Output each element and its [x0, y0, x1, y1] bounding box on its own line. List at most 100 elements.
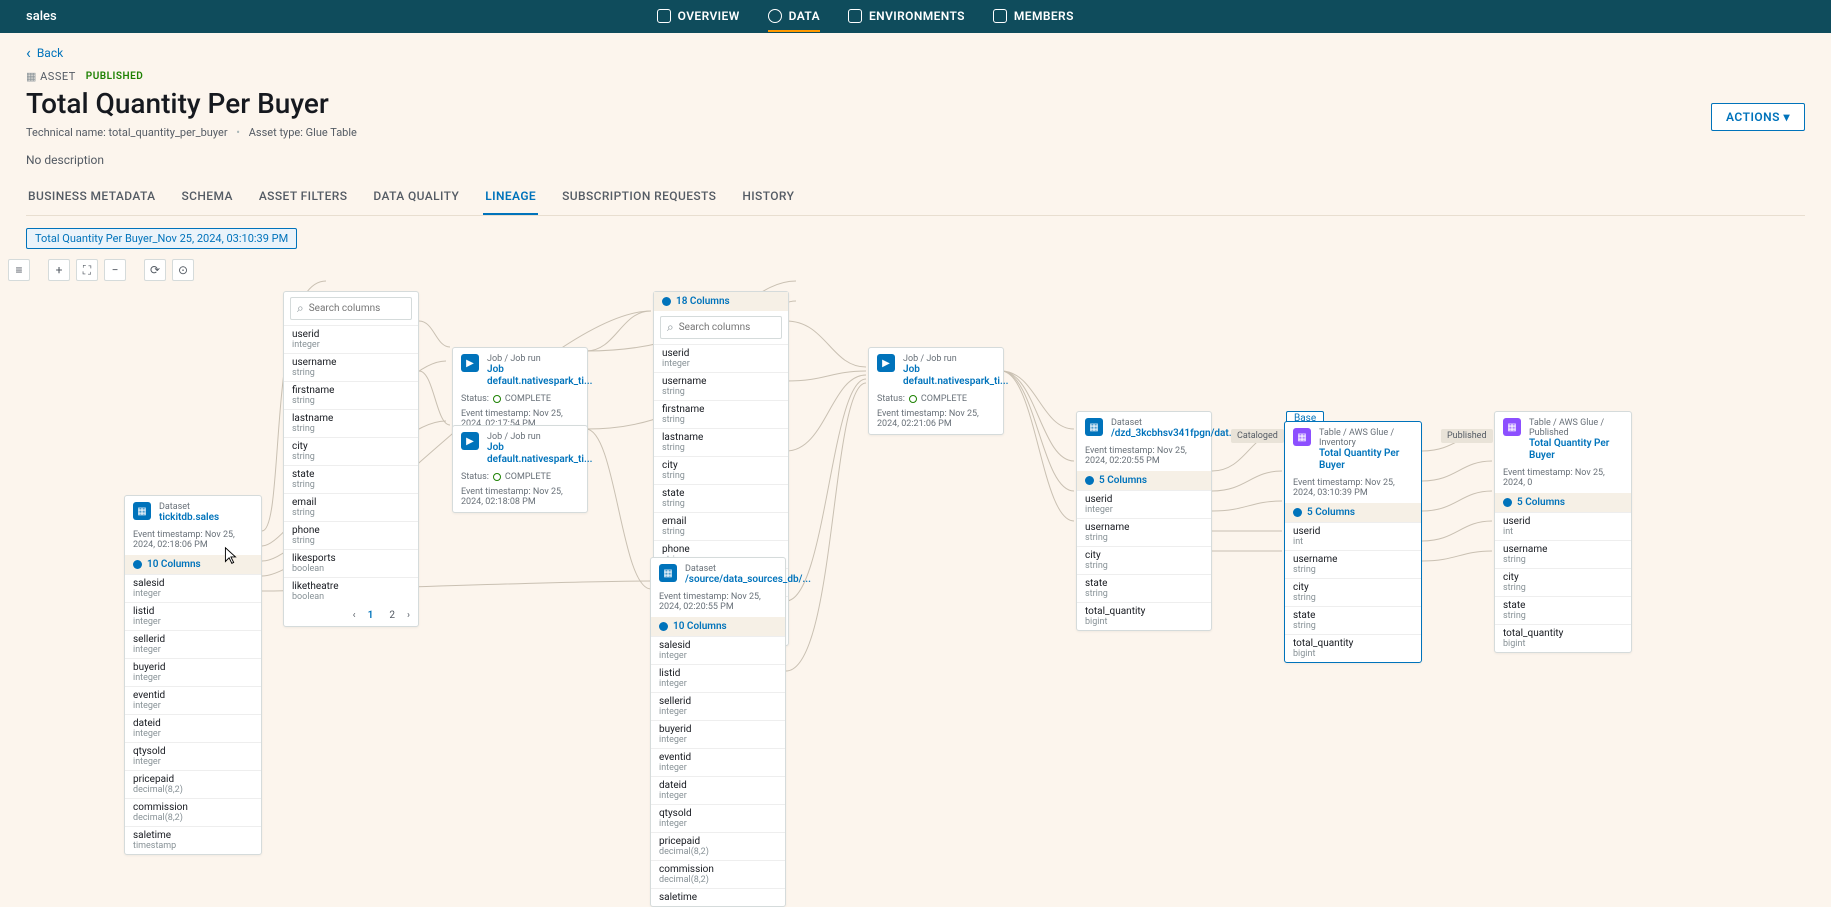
column-row[interactable]: useridinteger — [654, 344, 788, 372]
column-row[interactable]: usernamestring — [654, 372, 788, 400]
column-row[interactable]: salesidinteger — [651, 636, 785, 664]
node-name[interactable]: Job default.nativespark_ti... — [903, 364, 1009, 388]
column-row[interactable]: salesidinteger — [125, 574, 261, 602]
columns-toggle[interactable]: 5 Columns — [1495, 493, 1631, 512]
actions-button[interactable]: ACTIONS ▾ — [1711, 103, 1805, 131]
column-row[interactable]: dateidinteger — [125, 714, 261, 742]
column-row[interactable]: commissiondecimal(8,2) — [651, 860, 785, 888]
column-search-input[interactable] — [679, 322, 775, 333]
column-row[interactable]: emailstring — [284, 493, 418, 521]
tab-subscription-requests[interactable]: SUBSCRIPTION REQUESTS — [560, 189, 718, 215]
tab-asset-filters[interactable]: ASSET FILTERS — [257, 189, 350, 215]
column-row[interactable]: selleridinteger — [651, 692, 785, 720]
column-row[interactable]: qtysoldinteger — [125, 742, 261, 770]
column-row[interactable]: lastnamestring — [284, 409, 418, 437]
column-row[interactable]: statestring — [1495, 596, 1631, 624]
columns-toggle[interactable]: 5 Columns — [1285, 503, 1421, 522]
column-row[interactable]: pricepaiddecimal(8,2) — [651, 832, 785, 860]
columns-toggle[interactable]: 10 Columns — [125, 555, 261, 574]
tab-business-metadata[interactable]: BUSINESS METADATA — [26, 189, 157, 215]
column-row[interactable]: firstnamestring — [284, 381, 418, 409]
column-row[interactable]: statestring — [284, 465, 418, 493]
columns-toggle[interactable]: 10 Columns — [651, 617, 785, 636]
column-row[interactable]: emailstring — [654, 512, 788, 540]
node-name[interactable]: /source/data_sources_db/... — [685, 574, 811, 586]
column-row[interactable]: listidinteger — [651, 664, 785, 692]
column-row[interactable]: selleridinteger — [125, 630, 261, 658]
column-row[interactable]: citystring — [284, 437, 418, 465]
column-row[interactable]: dateidinteger — [651, 776, 785, 804]
column-row[interactable]: buyeridinteger — [125, 658, 261, 686]
column-row[interactable]: useridinteger — [284, 325, 418, 353]
nav-members[interactable]: MEMBERS — [993, 2, 1074, 32]
column-row[interactable]: useridint — [1495, 512, 1631, 540]
node-table-base[interactable]: ▦ Table / AWS Glue / Inventory Total Qua… — [1284, 421, 1422, 663]
node-dataset-source[interactable]: ▦ Dataset /source/data_sources_db/... Ev… — [650, 557, 786, 907]
columns-toggle[interactable]: 5 Columns — [1077, 471, 1211, 490]
node-name[interactable]: tickitdb.sales — [159, 512, 219, 524]
column-row[interactable]: useridint — [1285, 522, 1421, 550]
node-job-run-2[interactable]: ▶ Job / Job run Job default.nativespark_… — [452, 425, 588, 513]
tab-history[interactable]: HISTORY — [740, 189, 796, 215]
column-row[interactable]: total_quantitybigint — [1077, 602, 1211, 630]
pager-next[interactable]: › — [407, 610, 410, 621]
column-row[interactable]: usernamestring — [1077, 518, 1211, 546]
column-row[interactable]: usernamestring — [1285, 550, 1421, 578]
column-row[interactable]: saletime — [651, 888, 785, 906]
column-row[interactable]: listidinteger — [125, 602, 261, 630]
tab-data-quality[interactable]: DATA QUALITY — [371, 189, 461, 215]
node-dataset-tickitdb-sales[interactable]: ▦ Dataset tickitdb.sales Event timestamp… — [124, 495, 262, 855]
pager-page-1[interactable]: 1 — [364, 609, 378, 622]
column-row[interactable]: eventidinteger — [651, 748, 785, 776]
node-name[interactable]: Total Quantity Per Buyer — [1319, 448, 1413, 472]
column-row[interactable]: saletimetimestamp — [125, 826, 261, 854]
column-row[interactable]: statestring — [654, 484, 788, 512]
column-row[interactable]: statestring — [1077, 574, 1211, 602]
node-name[interactable]: Job default.nativespark_ti... — [487, 442, 593, 466]
tab-schema[interactable]: SCHEMA — [179, 189, 234, 215]
column-row[interactable]: lastnamestring — [654, 428, 788, 456]
column-search-input[interactable] — [309, 303, 405, 314]
column-row[interactable]: liketheatreboolean — [284, 577, 418, 605]
node-dataset-dzd[interactable]: ▦ Dataset /dzd_3kcbhsv341fpgn/dat... Eve… — [1076, 411, 1212, 631]
node-users-columns[interactable]: useridintegerusernamestringfirstnamestri… — [283, 291, 419, 627]
column-row[interactable]: useridinteger — [1077, 490, 1211, 518]
column-search[interactable] — [660, 316, 782, 339]
node-name[interactable]: /dzd_3kcbhsv341fpgn/dat... — [1111, 428, 1237, 440]
nav-overview[interactable]: OVERVIEW — [657, 2, 740, 32]
column-row[interactable]: total_quantitybigint — [1495, 624, 1631, 652]
column-row[interactable]: usernamestring — [1495, 540, 1631, 568]
column-row[interactable]: phonestring — [284, 521, 418, 549]
node-job-run-1[interactable]: ▶ Job / Job run Job default.nativespark_… — [452, 347, 588, 435]
column-row[interactable]: citystring — [1077, 546, 1211, 574]
back-link[interactable]: Back — [26, 43, 1805, 62]
column-row[interactable]: buyeridinteger — [651, 720, 785, 748]
pager-prev[interactable]: ‹ — [353, 610, 356, 621]
node-name[interactable]: Job default.nativespark_ti... — [487, 364, 593, 388]
column-row[interactable]: usernamestring — [284, 353, 418, 381]
column-row[interactable]: citystring — [1495, 568, 1631, 596]
column-row[interactable]: pricepaiddecimal(8,2) — [125, 770, 261, 798]
column-row[interactable]: eventidinteger — [125, 686, 261, 714]
nav-environments[interactable]: ENVIRONMENTS — [848, 2, 965, 32]
node-table-published[interactable]: ▦ Table / AWS Glue / Published Total Qua… — [1494, 411, 1632, 653]
column-row[interactable]: total_quantitybigint — [1285, 634, 1421, 662]
column-row[interactable]: statestring — [1285, 606, 1421, 634]
column-row[interactable]: firstnamestring — [654, 400, 788, 428]
column-search[interactable] — [290, 297, 412, 320]
columns-toggle[interactable]: 18 Columns — [654, 292, 788, 311]
column-row[interactable]: citystring — [1285, 578, 1421, 606]
node-job-run-3[interactable]: ▶ Job / Job run Job default.nativespark_… — [868, 347, 1004, 435]
nav-data[interactable]: DATA — [768, 2, 820, 32]
column-row[interactable]: likesportsboolean — [284, 549, 418, 577]
tab-lineage[interactable]: LINEAGE — [483, 189, 538, 215]
pager-page-2[interactable]: 2 — [385, 609, 399, 622]
lineage-breadcrumb[interactable]: Total Quantity Per Buyer_Nov 25, 2024, 0… — [26, 228, 297, 249]
column-row[interactable]: commissiondecimal(8,2) — [125, 798, 261, 826]
column-type: string — [1503, 583, 1623, 593]
column-row[interactable]: qtysoldinteger — [651, 804, 785, 832]
lineage-canvas[interactable]: ▦ Dataset tickitdb.sales Event timestamp… — [26, 251, 1806, 791]
node-name[interactable]: Total Quantity Per Buyer — [1529, 438, 1623, 462]
column-row[interactable]: citystring — [654, 456, 788, 484]
actions-menu[interactable]: ACTIONS ▾ — [1711, 103, 1805, 131]
